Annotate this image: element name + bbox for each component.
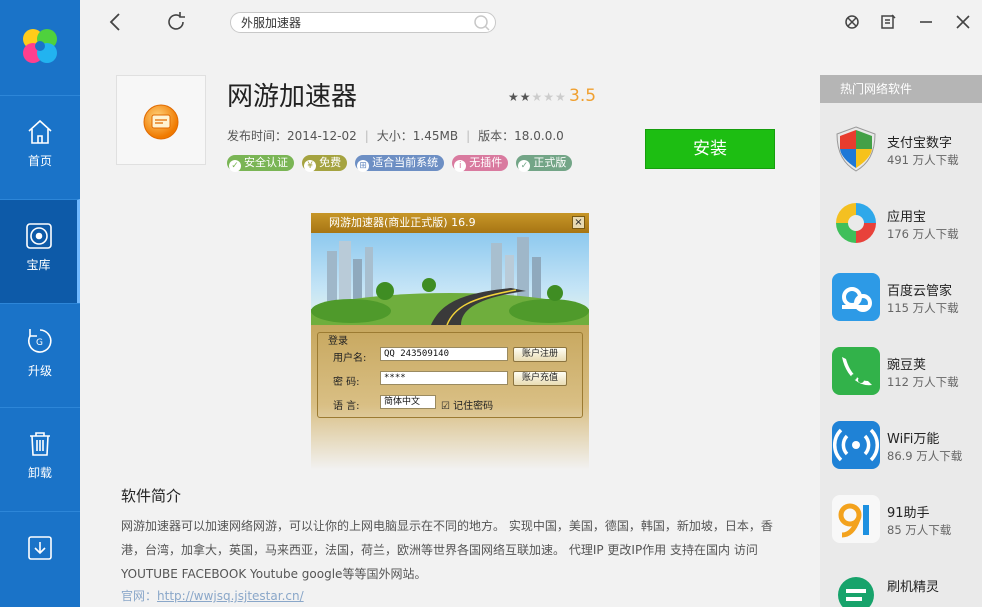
hot-item-baidu-cloud[interactable]: 百度云管家 115 万人下载 [820, 261, 982, 335]
hot-item-wifi[interactable]: WiFi万能 86.9 万人下载 [820, 409, 982, 483]
badge-compatible: ⊞ 适合当前系统 [355, 155, 445, 172]
app-screenshot[interactable]: 网游加速器(商业正式版) 16.9 × 登录 用户名: QQ 243509140… [311, 213, 589, 470]
hot-item-zhifubao[interactable]: 支付宝数字 491 万人下载 [820, 113, 982, 187]
badge-official: ✓ 正式版 [516, 155, 573, 172]
badge-free: ¥ 免费 [302, 155, 348, 172]
install-button[interactable]: 安装 [645, 129, 775, 169]
baidu-cloud-icon [832, 273, 880, 321]
hot-panel-header: 热门网络软件 [820, 75, 982, 103]
intro-text: 网游加速器可以加速网络网游，可以让你的上网电脑显示在不同的地方。 实现中国，美国… [121, 519, 773, 581]
screenshot-banner-image [311, 233, 589, 325]
nav-uninstall-label: 卸载 [27, 466, 52, 480]
disc-icon [25, 223, 52, 249]
rating-value: 3.5 [569, 86, 597, 106]
release-date: 发布时间：2014-12-02 [227, 129, 357, 143]
nav-uninstall[interactable]: 卸载 [0, 407, 80, 511]
hot-item-91[interactable]: 91助手 85 万人下载 [820, 483, 982, 557]
badge-no-plugin: i 无插件 [452, 155, 509, 172]
nav-home[interactable]: 首页 [0, 95, 80, 199]
nav-upgrade-label: 升级 [27, 364, 52, 378]
badge-security: ✓ 安全认证 [227, 155, 294, 172]
app-title: 网游加速器 [227, 82, 358, 112]
rating-stars: ★★★★★ [508, 90, 567, 104]
home-icon [28, 119, 52, 144]
file-size: 大小：1.45MB [376, 129, 459, 143]
hot-item-wandoujia[interactable]: 豌豆荚 112 万人下载 [820, 335, 982, 409]
sidebar: 首页 宝库 G 升级 卸载 [0, 0, 80, 607]
app-icon-box [116, 75, 206, 165]
upgrade-icon: G [28, 329, 52, 353]
badge-list: ✓ 安全认证 ¥ 免费 ⊞ 适合当前系统 i 无插件 ✓ 正式版 [227, 151, 575, 172]
wandoujia-icon [832, 347, 880, 395]
svg-text:G: G [36, 338, 43, 348]
settings-icon[interactable] [876, 10, 900, 34]
app-icon [143, 104, 179, 140]
info-icon: i [454, 160, 467, 172]
official-site: 官网：http://wwjsq.jsjtestar.cn/ [121, 589, 304, 603]
close-icon[interactable] [951, 10, 975, 34]
search-icon[interactable] [473, 14, 491, 32]
wifi-icon [832, 421, 880, 469]
check-icon: ✓ [518, 160, 531, 172]
official-site-link[interactable]: http://wwjsq.jsjtestar.cn/ [157, 589, 304, 603]
screenshot-titlebar: 网游加速器(商业正式版) 16.9 × [311, 213, 589, 233]
trash-icon [30, 432, 50, 456]
nav-upgrade[interactable]: G 升级 [0, 303, 80, 407]
91-icon [832, 495, 880, 543]
skin-icon[interactable] [840, 10, 864, 34]
refresh-icon[interactable] [164, 10, 188, 34]
yingyongbao-icon [832, 199, 880, 247]
download-icon [28, 536, 52, 560]
nav-library-label: 宝库 [26, 258, 51, 272]
app-meta: 发布时间：2014-12-02 | 大小：1.45MB | 版本：18.0.0.0 [227, 129, 564, 143]
screenshot-close-icon: × [572, 216, 585, 229]
version: 版本：18.0.0.0 [478, 129, 564, 143]
screenshot-form: 登录 用户名: QQ 243509140 账户注册 密 码: **** 账户充值… [311, 325, 589, 470]
search-input[interactable] [230, 12, 496, 33]
nav-download[interactable] [0, 511, 80, 607]
check-icon: ✓ [229, 160, 241, 172]
windows-icon: ⊞ [357, 160, 370, 172]
back-icon[interactable] [104, 10, 128, 34]
intro-title: 软件简介 [121, 487, 182, 505]
minimize-icon[interactable] [914, 10, 938, 34]
nav-home-label: 首页 [27, 154, 52, 168]
yen-icon: ¥ [304, 160, 317, 172]
app-logo-icon [20, 26, 60, 66]
nav-library[interactable]: 宝库 [0, 199, 80, 303]
shuaji-icon [832, 569, 880, 607]
shield-icon [832, 125, 880, 173]
hot-item-yingyongbao[interactable]: 应用宝 176 万人下载 [820, 187, 982, 261]
hot-item-shuaji[interactable]: 刷机精灵 [820, 557, 982, 607]
hot-software-panel: 热门网络软件 支付宝数字 491 万人下载 应用宝 176 万人下载 百度云管家… [820, 75, 982, 607]
top-bar [80, 0, 982, 44]
